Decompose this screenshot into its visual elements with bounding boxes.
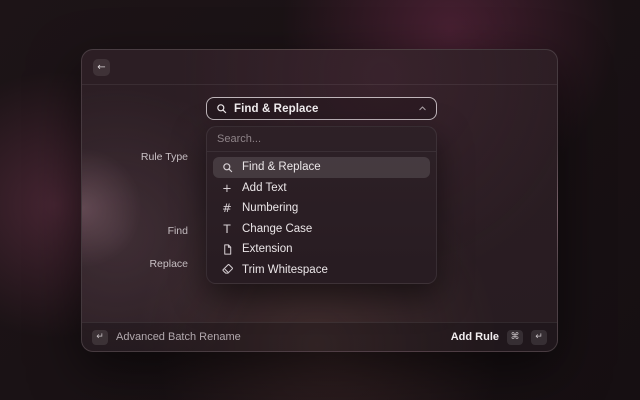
- add-rule-button[interactable]: Add Rule: [451, 331, 499, 343]
- window-header: ←: [82, 50, 557, 85]
- option-add-text[interactable]: + Add Text: [213, 178, 430, 199]
- rule-type-select[interactable]: Find & Replace: [206, 97, 437, 120]
- chevron-up-icon: [418, 104, 427, 113]
- app-window: ← Rule Type Find Replace Find & Replace …: [81, 49, 558, 352]
- dropdown-search-input[interactable]: [217, 133, 426, 145]
- rule-type-label: Rule Type: [82, 151, 188, 163]
- option-change-case[interactable]: T Change Case: [213, 219, 430, 240]
- hash-icon: #: [221, 201, 233, 215]
- command-icon: ⌘: [511, 332, 520, 342]
- option-trim-whitespace[interactable]: Trim Whitespace: [213, 260, 430, 281]
- rule-type-dropdown-menu: Find & Replace + Add Text # Numbering T …: [206, 126, 437, 284]
- find-label: Find: [82, 225, 188, 237]
- option-find-replace[interactable]: Find & Replace: [213, 157, 430, 178]
- option-label: Change Case: [242, 223, 312, 235]
- file-icon: [221, 244, 233, 255]
- dropdown-options-list: Find & Replace + Add Text # Numbering T …: [207, 152, 436, 284]
- plus-icon: +: [221, 181, 233, 195]
- back-button[interactable]: ←: [93, 59, 110, 76]
- back-arrow-icon: ←: [97, 62, 105, 73]
- search-icon: [221, 162, 233, 173]
- option-numbering[interactable]: # Numbering: [213, 198, 430, 219]
- option-label: Find & Replace: [242, 161, 321, 173]
- option-label: Extension: [242, 243, 293, 255]
- app-return-badge: ↵: [92, 330, 108, 345]
- option-label: Trim Whitespace: [242, 264, 328, 276]
- option-label: Numbering: [242, 202, 298, 214]
- app-title: Advanced Batch Rename: [116, 331, 241, 343]
- command-key-badge: ⌘: [507, 330, 523, 345]
- eraser-icon: [221, 264, 233, 275]
- dropdown-search-row: [207, 127, 436, 152]
- rule-type-selected-value: Find & Replace: [234, 103, 318, 115]
- option-label: Add Text: [242, 182, 287, 194]
- return-key-badge: ↵: [531, 330, 547, 345]
- return-icon: ↵: [96, 332, 104, 342]
- window-footer: ↵ Advanced Batch Rename Add Rule ⌘ ↵: [82, 322, 557, 351]
- search-icon: [216, 103, 227, 114]
- replace-label: Replace: [82, 258, 188, 270]
- text-case-icon: T: [221, 222, 233, 236]
- return-icon: ↵: [535, 332, 543, 342]
- option-extension[interactable]: Extension: [213, 239, 430, 260]
